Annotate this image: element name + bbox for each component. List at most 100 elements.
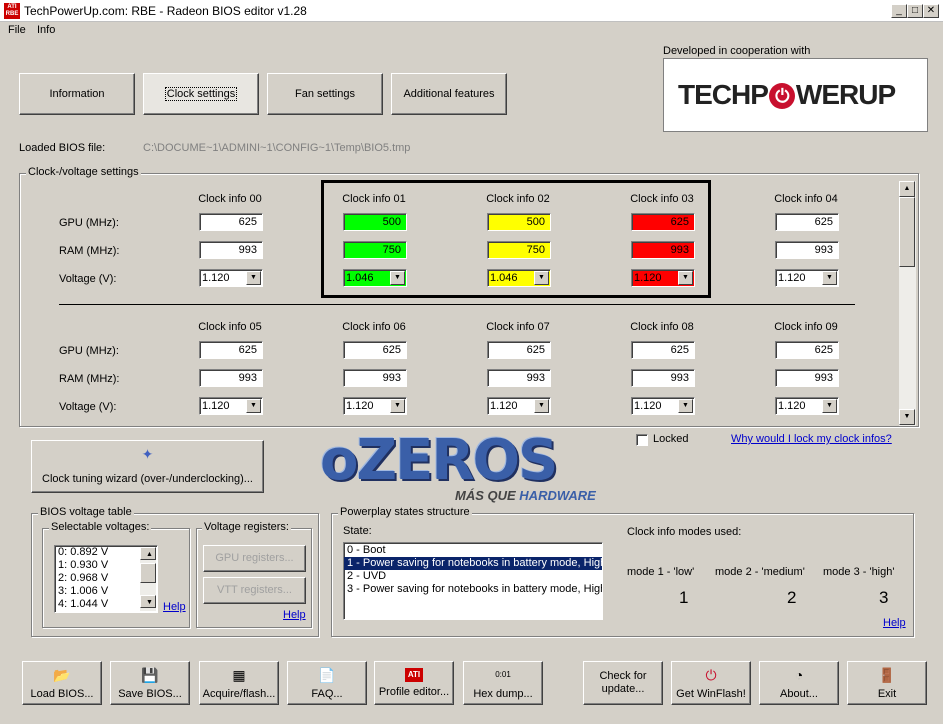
chevron-down-icon[interactable]: ▼	[390, 399, 405, 413]
maximize-button[interactable]: □	[907, 4, 923, 18]
list-item[interactable]: 2 - UVD	[344, 570, 602, 583]
button-label: About...	[780, 688, 818, 700]
voltage-table-group-label: BIOS voltage table	[38, 506, 134, 518]
scroll-down-button[interactable]: ▼	[140, 595, 156, 608]
voltage-select[interactable]: 1.120 ▼	[775, 269, 839, 287]
menu-info[interactable]: Info	[37, 24, 55, 36]
list-item-selected[interactable]: 1 - Power saving for notebooks in batter…	[344, 557, 602, 570]
voltage-select[interactable]: 1.120 ▼	[631, 269, 695, 287]
gpu-clock-input[interactable]: 625	[487, 341, 551, 359]
ram-clock-input[interactable]: 993	[775, 241, 839, 259]
gpu-clock-input[interactable]: 625	[343, 341, 407, 359]
tab-fan-settings[interactable]: Fan settings	[267, 73, 383, 115]
save-bios-button[interactable]: 💾 Save BIOS...	[110, 661, 190, 705]
voltage-list[interactable]: 0: 0.892 V 1: 0.930 V 2: 0.968 V 3: 1.00…	[54, 545, 158, 613]
chevron-down-icon[interactable]: ▼	[246, 271, 261, 285]
chevron-down-icon[interactable]: ▼	[822, 271, 837, 285]
clock-info-header: Clock info 00	[198, 193, 262, 205]
locked-label: Locked	[653, 433, 689, 445]
clock-info-header: Clock info 01	[342, 193, 406, 205]
gpu-clock-input[interactable]: 500	[343, 213, 407, 231]
profile-editor-button[interactable]: ATI Profile editor...	[374, 661, 454, 705]
voltage-help-link[interactable]: Help	[163, 601, 186, 613]
voltage-select[interactable]: 1.046 ▼	[487, 269, 551, 287]
ram-clock-input[interactable]: 993	[199, 369, 263, 387]
voltage-select[interactable]: 1.120 ▼	[487, 397, 551, 415]
menu-file[interactable]: File	[8, 24, 26, 36]
tab-clock-settings[interactable]: Clock settings	[143, 73, 259, 115]
gpu-registers-button[interactable]: GPU registers...	[203, 545, 306, 572]
exit-button[interactable]: 🚪 Exit	[847, 661, 927, 705]
button-label: Get WinFlash!	[676, 688, 746, 700]
ram-clock-input[interactable]: 993	[487, 369, 551, 387]
chevron-down-icon[interactable]: ▼	[678, 271, 693, 285]
scroll-down-button[interactable]: ▼	[899, 409, 915, 425]
chevron-down-icon[interactable]: ▼	[534, 399, 549, 413]
close-button[interactable]: ✕	[923, 4, 939, 18]
gpu-clock-input[interactable]: 625	[775, 341, 839, 359]
about-button[interactable]: ◔ About...	[759, 661, 839, 705]
scroll-up-button[interactable]: ▲	[899, 181, 915, 197]
techpowerup-logo[interactable]: TECHP ⏻ WERUP	[663, 58, 928, 132]
gpu-clock-input[interactable]: 500	[487, 213, 551, 231]
tab-additional-features[interactable]: Additional features	[391, 73, 507, 115]
voltage-select[interactable]: 1.046 ▼	[343, 269, 407, 287]
list-item[interactable]: 3 - Power saving for notebooks in batter…	[344, 583, 602, 596]
faq-button[interactable]: 📄 FAQ...	[287, 661, 367, 705]
clock-info-header: Clock info 07	[486, 321, 550, 333]
voltage-select[interactable]: 1.120 ▼	[199, 397, 263, 415]
chevron-down-icon[interactable]: ▼	[390, 271, 405, 285]
scroll-thumb[interactable]	[899, 197, 915, 267]
get-winflash-button[interactable]: ⏻ Get WinFlash!	[671, 661, 751, 705]
ram-clock-input[interactable]: 993	[631, 369, 695, 387]
chevron-down-icon[interactable]: ▼	[246, 399, 261, 413]
clock-info-header: Clock info 02	[486, 193, 550, 205]
voltage-value: 1.120	[490, 400, 518, 412]
voltage-list-scrollbar[interactable]: ▲ ▼	[140, 547, 156, 611]
ram-clock-input[interactable]: 993	[343, 369, 407, 387]
voltage-select[interactable]: 1.120 ▼	[631, 397, 695, 415]
acquire-flash-button[interactable]: ▦ Acquire/flash...	[199, 661, 279, 705]
mode1-label: mode 1 - 'low'	[627, 566, 695, 578]
ram-clock-input[interactable]: 750	[343, 241, 407, 259]
separator	[59, 304, 855, 305]
voltage-value: 1.046	[490, 272, 518, 284]
chevron-down-icon[interactable]: ▼	[534, 271, 549, 285]
chevron-down-icon[interactable]: ▼	[678, 399, 693, 413]
bios-file-label: Loaded BIOS file:	[19, 142, 106, 154]
gpu-clock-input[interactable]: 625	[199, 341, 263, 359]
list-item[interactable]: 0 - Boot	[344, 544, 602, 557]
vtt-registers-button[interactable]: VTT registers...	[203, 577, 306, 604]
voltage-select[interactable]: 1.120 ▼	[775, 397, 839, 415]
ram-clock-input[interactable]: 993	[199, 241, 263, 259]
registers-help-link[interactable]: Help	[283, 609, 306, 621]
chevron-down-icon[interactable]: ▼	[822, 399, 837, 413]
gpu-clock-input[interactable]: 625	[631, 341, 695, 359]
clock-scrollbar[interactable]: ▲ ▼	[899, 181, 916, 426]
check-for-update-button[interactable]: Check for update...	[583, 661, 663, 705]
powerplay-state-list[interactable]: 0 - Boot 1 - Power saving for notebooks …	[343, 542, 603, 620]
voltage-select[interactable]: 1.120 ▼	[199, 269, 263, 287]
hex-dump-button[interactable]: 0:01 Hex dump...	[463, 661, 543, 705]
ram-clock-input[interactable]: 993	[775, 369, 839, 387]
tab-information[interactable]: Information	[19, 73, 135, 115]
powerplay-help-link[interactable]: Help	[883, 617, 906, 629]
mode3-label: mode 3 - 'high'	[823, 566, 895, 578]
button-label: Save BIOS...	[118, 688, 182, 700]
voltage-select[interactable]: 1.120 ▼	[343, 397, 407, 415]
voltage-value: 1.120	[778, 400, 806, 412]
clock-tuning-wizard-button[interactable]: ✦ Clock tuning wizard (over-/underclocki…	[31, 440, 264, 493]
clock-info-header: Clock info 04	[774, 193, 838, 205]
minimize-button[interactable]: _	[891, 4, 907, 18]
lock-help-link[interactable]: Why would I lock my clock infos?	[731, 433, 892, 445]
scroll-thumb[interactable]	[140, 563, 156, 583]
gpu-clock-input[interactable]: 625	[199, 213, 263, 231]
scroll-up-button[interactable]: ▲	[140, 547, 156, 560]
ram-clock-input[interactable]: 750	[487, 241, 551, 259]
ram-clock-input[interactable]: 993	[631, 241, 695, 259]
ozeros-watermark: oZEROS MÁS QUE HARDWARE	[320, 428, 596, 503]
load-bios-button[interactable]: 📂 Load BIOS...	[22, 661, 102, 705]
gpu-clock-input[interactable]: 625	[631, 213, 695, 231]
gpu-clock-input[interactable]: 625	[775, 213, 839, 231]
button-label: Acquire/flash...	[202, 688, 276, 700]
